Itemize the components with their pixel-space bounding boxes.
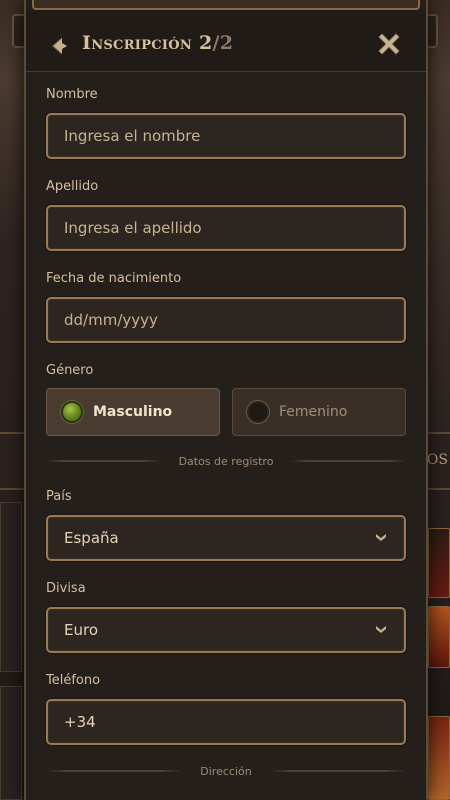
back-button[interactable]	[46, 32, 74, 60]
divider-line	[269, 770, 406, 772]
gender-option-label: Masculino	[93, 404, 173, 420]
close-icon	[378, 33, 400, 55]
background-game-thumb	[428, 716, 450, 800]
last-name-input[interactable]	[46, 205, 406, 251]
phone-label: Teléfono	[46, 673, 101, 688]
close-button[interactable]	[376, 31, 402, 57]
first-name-input[interactable]	[46, 113, 406, 159]
background-right-panel	[426, 0, 450, 800]
gender-option-label: Femenino	[279, 404, 348, 420]
page-title-total: /2	[212, 32, 234, 54]
background-nav-text: OS	[426, 452, 448, 468]
background-game-thumb	[0, 502, 22, 672]
section-title: Dirección	[200, 764, 252, 778]
page-title: Inscripción 2/2	[82, 32, 233, 54]
country-label: País	[46, 489, 72, 504]
first-name-label: Nombre	[46, 87, 98, 102]
background-nav-band-left	[0, 432, 24, 490]
birth-date-label: Fecha de nacimiento	[46, 271, 182, 286]
divider-line	[46, 770, 183, 772]
radio-selected-icon	[61, 401, 83, 423]
section-title: Datos de registro	[178, 454, 274, 468]
page-title-step: Inscripción 2	[82, 32, 213, 54]
background-game-thumb	[428, 528, 450, 598]
section-divider-address: Dirección	[46, 763, 406, 779]
gender-option-male[interactable]: Masculino	[46, 388, 220, 436]
gender-option-female[interactable]: Femenino	[232, 388, 406, 436]
currency-label: Divisa	[46, 581, 86, 596]
modal-top-frame	[32, 0, 420, 10]
background-frame-left	[12, 14, 24, 48]
currency-select[interactable]: Euro	[46, 607, 406, 653]
gender-label: Género	[46, 363, 94, 378]
radio-unselected-icon	[247, 401, 269, 423]
last-name-label: Apellido	[46, 179, 99, 194]
country-value: España	[64, 529, 119, 547]
phone-input[interactable]	[46, 699, 406, 745]
chevron-down-icon	[376, 534, 386, 541]
section-divider-registration: Datos de registro	[46, 453, 406, 469]
background-left-panel	[0, 0, 24, 800]
divider-line	[46, 460, 161, 462]
birth-date-input[interactable]	[46, 297, 406, 343]
chevron-down-icon	[376, 626, 386, 633]
country-select[interactable]: España	[46, 515, 406, 561]
currency-value: Euro	[64, 621, 98, 639]
modal-header: Inscripción 2/2	[26, 10, 426, 72]
back-arrow-icon	[52, 37, 67, 55]
background-game-thumb	[0, 686, 22, 800]
background-game-thumb	[428, 606, 450, 668]
registration-modal: Inscripción 2/2 Nombre Apellido Fecha de…	[24, 0, 428, 800]
divider-line	[291, 460, 406, 462]
